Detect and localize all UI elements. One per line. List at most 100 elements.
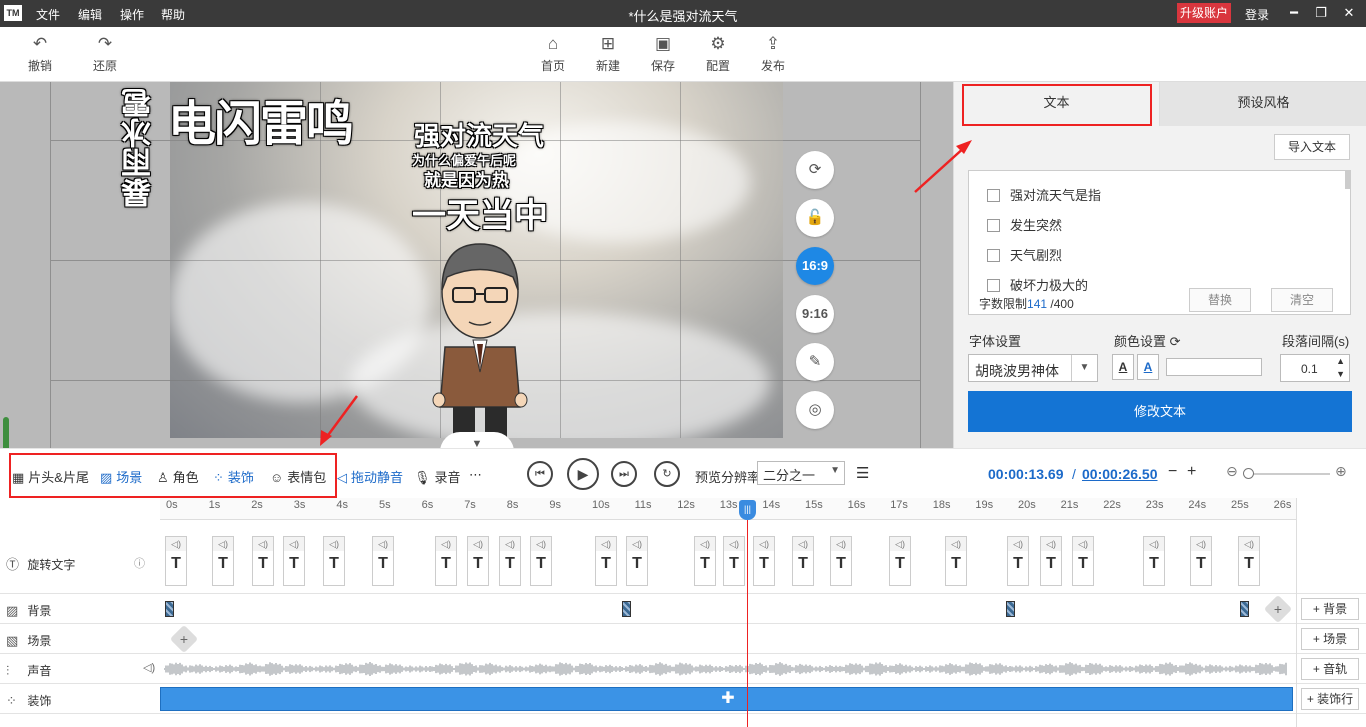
list-item[interactable]: 天气剧烈 xyxy=(987,245,1062,264)
text-clip[interactable]: ◁) T xyxy=(626,536,648,586)
audio-waveform[interactable] xyxy=(164,658,1288,680)
background-clip[interactable] xyxy=(165,601,174,617)
checkbox[interactable] xyxy=(987,249,1000,262)
publish-button[interactable]: ⇪ 发布 xyxy=(751,33,795,74)
minimize-icon[interactable]: ━ xyxy=(1284,3,1304,23)
text-clip[interactable]: ◁) T xyxy=(1143,536,1165,586)
ratio-9-16-button[interactable]: 9:16 xyxy=(796,295,834,333)
save-button[interactable]: ▣ 保存 xyxy=(641,33,685,74)
chevron-down-icon[interactable]: ▼ xyxy=(1071,355,1097,381)
time-plus-button[interactable]: + xyxy=(1187,463,1196,481)
text-color-icon[interactable]: A xyxy=(1112,354,1134,380)
text-clip[interactable]: ◁) T xyxy=(530,536,552,586)
text-clip[interactable]: ◁) T xyxy=(435,536,457,586)
next-icon[interactable]: ⏭ xyxy=(611,461,637,487)
tab-preset-style[interactable]: 预设风格 xyxy=(1159,82,1366,126)
rotate-icon[interactable]: ⟳ xyxy=(796,151,834,189)
upgrade-button[interactable]: 升级账户 xyxy=(1177,3,1231,23)
text-clip[interactable]: ◁) T xyxy=(283,536,305,586)
interval-stepper[interactable]: 0.1 ▲ ▼ xyxy=(1280,354,1350,382)
role-tab[interactable]: ♙ 角色 xyxy=(157,467,199,486)
text-clip[interactable]: ◁) T xyxy=(165,536,187,586)
text-clip[interactable]: ◁) T xyxy=(467,536,489,586)
restore-icon[interactable]: ❐ xyxy=(1311,3,1331,23)
time-ruler[interactable]: 0s 1s 2s 3s 4s 5s 6s 7s 8s 9s 10s 11s 12s 13s 14s 15s 16… xyxy=(160,498,1297,520)
home-button[interactable]: ⌂ 首页 xyxy=(531,33,575,74)
background-clip[interactable] xyxy=(622,601,631,617)
stroke-color-icon[interactable]: A xyxy=(1137,354,1159,380)
more-icon[interactable]: ⋯ xyxy=(469,467,482,483)
zoom-slider[interactable] xyxy=(1244,473,1330,475)
add-decor-button[interactable]: + 装饰行 xyxy=(1301,688,1359,710)
text-clip[interactable]: ◁) T xyxy=(1190,536,1212,586)
emoji-tab[interactable]: ☺ 表情包 xyxy=(270,467,326,486)
collapse-handle[interactable]: ▼ xyxy=(440,432,514,448)
checkbox[interactable] xyxy=(987,219,1000,232)
list-item[interactable]: 破坏力极大的 xyxy=(987,275,1088,294)
text-clip[interactable]: ◁) T xyxy=(323,536,345,586)
background-clip[interactable] xyxy=(1006,601,1015,617)
stage-line1[interactable]: 强对流天气 xyxy=(414,116,544,153)
import-text-button[interactable]: 导入文本 xyxy=(1274,134,1350,160)
add-background-button[interactable]: + 背景 xyxy=(1301,598,1359,620)
time-minus-button[interactable]: − xyxy=(1168,463,1177,481)
head-tail-tab[interactable]: ▦ 片头&片尾 xyxy=(12,467,89,486)
add-scene-button[interactable]: + 场景 xyxy=(1301,628,1359,650)
menu-operate[interactable]: 操作 xyxy=(120,6,144,23)
refresh-icon[interactable]: ⟳ xyxy=(1170,334,1181,349)
speaker-icon[interactable]: ◁) xyxy=(143,661,155,674)
ratio-16-9-button[interactable]: 16:9 xyxy=(796,247,834,285)
record-button[interactable]: 🎙 录音 xyxy=(414,467,461,486)
text-clip[interactable]: ◁) T xyxy=(212,536,234,586)
layers-icon[interactable]: ☰ xyxy=(856,464,869,482)
clear-button[interactable]: 清空 xyxy=(1271,288,1333,312)
menu-help[interactable]: 帮助 xyxy=(161,6,185,23)
text-clip[interactable]: ◁) T xyxy=(595,536,617,586)
add-scene-marker[interactable]: + xyxy=(169,624,199,654)
stepper-arrows-icon[interactable]: ▲ ▼ xyxy=(1336,355,1345,381)
stage-vertical-text[interactable]: 电闪雷鸣 xyxy=(168,84,354,154)
add-background-marker[interactable]: + xyxy=(1263,594,1293,624)
font-select[interactable]: 胡晓波男神体 ▼ xyxy=(968,354,1098,382)
background-clip[interactable] xyxy=(1240,601,1249,617)
text-clip[interactable]: ◁) T xyxy=(499,536,521,586)
plus-icon[interactable]: ✚ xyxy=(719,690,737,708)
edit-icon[interactable]: ✎ xyxy=(796,343,834,381)
checkbox[interactable] xyxy=(987,279,1000,292)
text-clip[interactable]: ◁) T xyxy=(753,536,775,586)
decor-tab[interactable]: ⁘ 装饰 xyxy=(213,467,254,486)
login-link[interactable]: 登录 xyxy=(1245,6,1269,23)
zoom-slider-handle[interactable] xyxy=(1243,468,1254,479)
list-item[interactable]: 发生突然 xyxy=(987,215,1062,234)
tab-text[interactable]: 文本 xyxy=(954,82,1159,126)
text-clip[interactable]: ◁) T xyxy=(694,536,716,586)
text-clip[interactable]: ◁) T xyxy=(792,536,814,586)
unlock-icon[interactable]: 🔓 xyxy=(796,199,834,237)
zoom-out-icon[interactable]: ⊖ xyxy=(1226,463,1238,480)
play-icon[interactable]: ▶ xyxy=(567,458,599,490)
list-scrollbar[interactable] xyxy=(1345,171,1350,189)
text-clip[interactable]: ◁) T xyxy=(723,536,745,586)
text-clip[interactable]: ◁) T xyxy=(830,536,852,586)
modify-text-button[interactable]: 修改文本 xyxy=(968,391,1352,432)
list-item[interactable]: 强对流天气是指 xyxy=(987,185,1101,204)
settings-circle-icon[interactable]: ◎ xyxy=(796,391,834,429)
text-clip[interactable]: ◁) T xyxy=(1238,536,1260,586)
zoom-in-icon[interactable]: ⊕ xyxy=(1335,463,1347,480)
preview-res-select[interactable]: 二分之一 ▼ xyxy=(757,461,845,485)
redo-button[interactable]: ↷ 还原 xyxy=(83,33,127,74)
new-button[interactable]: ⊞ 新建 xyxy=(586,33,630,74)
text-clip[interactable]: ◁) T xyxy=(1040,536,1062,586)
text-clip[interactable]: ◁) T xyxy=(889,536,911,586)
replace-button[interactable]: 替换 xyxy=(1189,288,1251,312)
text-clip[interactable]: ◁) T xyxy=(1007,536,1029,586)
scene-tab[interactable]: ▨ 场景 xyxy=(100,467,142,486)
text-clip[interactable]: ◁) T xyxy=(1072,536,1094,586)
text-list[interactable]: 强对流天气是指 发生突然 天气剧烈 破坏力极大的 字数限制141 /400 替换… xyxy=(968,170,1351,315)
drag-mute-button[interactable]: ◁ 拖动静音 xyxy=(337,467,403,486)
text-clip[interactable]: ◁) T xyxy=(372,536,394,586)
text-clip[interactable]: ◁) T xyxy=(945,536,967,586)
stage-side-text[interactable]: 暴雨冰雹 xyxy=(118,88,162,208)
undo-button[interactable]: ↶ 撤销 xyxy=(18,33,62,74)
color-swatch[interactable] xyxy=(1166,358,1262,376)
